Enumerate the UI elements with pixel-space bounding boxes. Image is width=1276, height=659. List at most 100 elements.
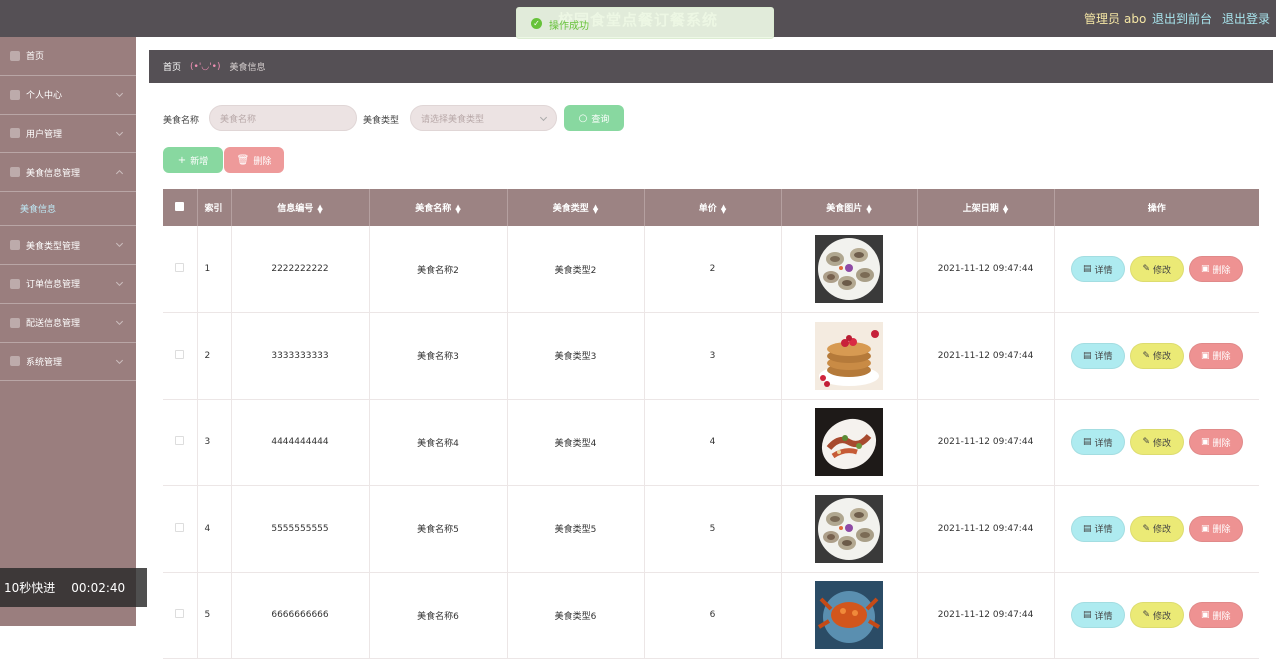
col-price[interactable]: 单价 ▲ ▼ <box>644 189 782 226</box>
pencil-icon: ✎ <box>1142 523 1151 534</box>
batch-delete-button[interactable]: 🗑 删除 <box>224 147 284 173</box>
table-row: 5 6666666666 美食名称6 美食类型6 6 2021-11-12 09… <box>163 572 1259 659</box>
food-image-dish[interactable] <box>815 408 883 477</box>
row-type: 美食类型4 <box>507 399 645 486</box>
table-row: 1 2222222222 美食名称2 美食类型2 2 2021-11-12 09… <box>163 226 1259 313</box>
row-date: 2021-11-12 09:47:44 <box>917 312 1055 400</box>
pencil-icon: ✎ <box>1142 264 1151 274</box>
grid-icon <box>10 240 20 251</box>
trash-icon: ▣ <box>1200 610 1210 621</box>
plus-icon: + <box>177 154 187 166</box>
query-button[interactable]: ○ 查询 <box>564 105 624 131</box>
sidebar-item-label: 首页 <box>26 52 45 63</box>
food-type-placeholder: 请选择美食类型 <box>421 114 485 125</box>
select-all-checkbox[interactable] <box>175 201 185 211</box>
food-type-select[interactable]: 请选择美食类型 <box>410 105 557 131</box>
sort-icon[interactable]: ▲ ▼ <box>593 203 598 214</box>
sort-icon[interactable]: ▲ ▼ <box>721 203 726 214</box>
food-name-input[interactable]: 美食名称 <box>209 105 357 131</box>
sidebar-subitem-food-info[interactable]: 美食信息 <box>0 192 136 227</box>
trash-icon: ▣ <box>1200 523 1210 534</box>
detail-button[interactable]: ▤ 详情 <box>1070 429 1125 456</box>
sidebar-item-label: 配送信息管理 <box>26 319 81 330</box>
row-checkbox[interactable] <box>175 263 185 272</box>
table-row: 4 5555555555 美食名称5 美食类型5 5 2021-11-12 09… <box>163 485 1259 573</box>
detail-button[interactable]: ▤ 详情 <box>1070 515 1125 542</box>
toast-message: 操作成功 <box>549 21 589 32</box>
trash-icon: ▣ <box>1200 350 1210 361</box>
add-button[interactable]: + 新增 <box>163 147 223 173</box>
list-icon <box>10 128 20 139</box>
chevron-down-icon <box>115 317 124 325</box>
table-row: 3 4444444444 美食名称4 美食类型4 4 2021-11-12 09… <box>163 399 1259 486</box>
food-image-crab[interactable] <box>815 581 883 650</box>
sidebar-item-home[interactable]: 首页 <box>0 37 136 76</box>
recording-time: 00:02:40 <box>71 580 126 595</box>
food-image-oysters[interactable] <box>815 494 883 563</box>
delete-button[interactable]: ▣ 删除 <box>1188 602 1243 629</box>
col-type[interactable]: 美食类型 ▲ ▼ <box>507 189 645 226</box>
col-date[interactable]: 上架日期 ▲ ▼ <box>917 189 1055 226</box>
fast-forward-label: 10秒快进 <box>4 581 56 595</box>
detail-button[interactable]: ▤ 详情 <box>1070 602 1125 629</box>
row-price: 6 <box>644 572 782 659</box>
delete-button[interactable]: ▣ 删除 <box>1188 342 1243 369</box>
row-code: 6666666666 <box>231 572 370 659</box>
row-checkbox[interactable] <box>175 436 185 446</box>
pencil-icon: ✎ <box>1142 350 1151 361</box>
sidebar-item-delivery[interactable]: 配送信息管理 <box>0 304 136 343</box>
col-code[interactable]: 信息编号 ▲ ▼ <box>231 189 370 226</box>
sort-icon[interactable]: ▲ ▼ <box>317 203 322 214</box>
col-image[interactable]: 美食图片 ▲ ▼ <box>781 189 918 226</box>
edit-button[interactable]: ✎ 修改 <box>1129 256 1184 282</box>
row-select-cell <box>163 226 198 313</box>
breadcrumb-home[interactable]: 首页 <box>163 60 181 73</box>
delete-button[interactable]: ▣ 删除 <box>1188 429 1243 456</box>
row-checkbox[interactable] <box>175 349 185 359</box>
breadcrumb-current: 美食信息 <box>229 63 266 73</box>
sort-icon[interactable]: ▲ ▼ <box>866 203 871 214</box>
logout-link[interactable]: 退出登录 <box>1222 10 1270 27</box>
edit-button[interactable]: ✎ 修改 <box>1129 429 1184 456</box>
admin-role: 管理员 <box>1084 12 1121 26</box>
search-icon: ○ <box>578 112 588 124</box>
food-image-oysters[interactable] <box>815 235 883 303</box>
col-name[interactable]: 美食名称 ▲ ▼ <box>369 189 508 226</box>
sidebar-item-orders[interactable]: 订单信息管理 <box>0 265 136 304</box>
detail-label: 详情 <box>1094 352 1113 363</box>
row-checkbox[interactable] <box>175 522 185 532</box>
row-image-cell <box>781 312 918 400</box>
admin-info: 管理员 abo <box>1080 10 1146 27</box>
delete-button[interactable]: ▣ 删除 <box>1188 515 1243 542</box>
row-name: 美食名称6 <box>369 572 508 659</box>
food-image-pancakes[interactable] <box>815 321 883 390</box>
col-name-label: 美食名称 <box>415 204 452 214</box>
detail-button[interactable]: ▤ 详情 <box>1070 256 1125 282</box>
col-actions: 操作 <box>1054 189 1259 226</box>
row-checkbox[interactable] <box>175 609 185 619</box>
sidebar-item-users[interactable]: 用户管理 <box>0 115 136 154</box>
delete-button[interactable]: ▣ 删除 <box>1188 256 1243 282</box>
sidebar-item-profile[interactable]: 个人中心 <box>0 76 136 115</box>
back-to-frontend-link[interactable]: 退出到前台 <box>1152 10 1212 27</box>
chevron-down-icon <box>115 240 124 248</box>
sidebar-item-system[interactable]: 系统管理 <box>0 343 136 382</box>
edit-button[interactable]: ✎ 修改 <box>1129 602 1184 629</box>
row-type: 美食类型5 <box>507 485 645 573</box>
food-icon <box>10 167 20 178</box>
col-image-label: 美食图片 <box>826 204 863 214</box>
edit-button[interactable]: ✎ 修改 <box>1129 342 1184 369</box>
sidebar-item-food-management[interactable]: 美食信息管理 <box>0 153 136 193</box>
select-all-cell <box>163 189 198 226</box>
detail-button[interactable]: ▤ 详情 <box>1070 342 1125 369</box>
row-actions: ▤ 详情 ✎ 修改 ▣ 删除 <box>1054 572 1259 659</box>
sidebar-item-food-types[interactable]: 美食类型管理 <box>0 226 136 265</box>
row-name: 美食名称3 <box>369 312 508 400</box>
sort-icon[interactable]: ▲ ▼ <box>1003 203 1008 214</box>
row-index: 3 <box>197 399 232 486</box>
col-price-label: 单价 <box>698 204 717 214</box>
row-name: 美食名称5 <box>369 485 508 573</box>
sort-icon[interactable]: ▲ ▼ <box>455 203 460 214</box>
edit-button[interactable]: ✎ 修改 <box>1129 515 1184 542</box>
row-code: 3333333333 <box>231 312 370 400</box>
